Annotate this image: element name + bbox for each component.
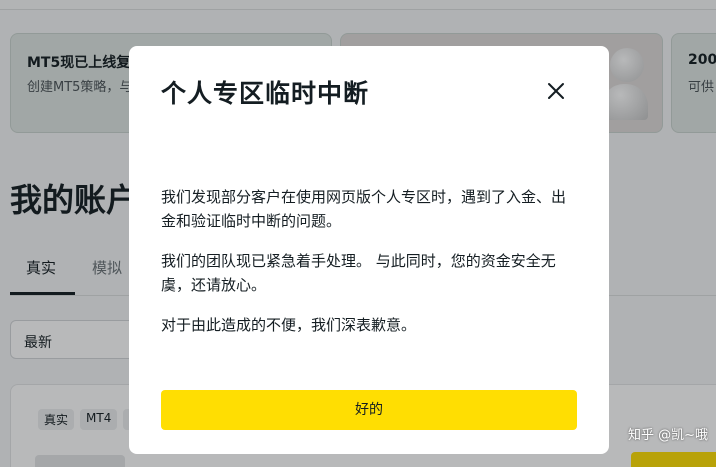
- dialog-paragraph: 我们的团队现已紧急着手处理。 与此同时，您的资金安全无虞，还请放心。: [161, 252, 556, 294]
- ok-button[interactable]: 好的: [161, 390, 577, 430]
- watermark-text: 知乎 @凯~哦: [628, 428, 709, 443]
- close-icon: [548, 83, 564, 99]
- dialog-paragraph: 对于由此造成的不便，我们深表歉意。: [161, 316, 417, 334]
- close-button[interactable]: [541, 76, 571, 106]
- dialog-paragraph: 我们发现部分客户在使用网页版个人专区时，遇到了入金、出金和验证临时中断的问题。: [161, 188, 567, 230]
- dialog-body: 我们发现部分客户在使用网页版个人专区时，遇到了入金、出金和验证临时中断的问题。 …: [161, 185, 579, 353]
- interruption-dialog: 个人专区临时中断 我们发现部分客户在使用网页版个人专区时，遇到了入金、出金和验证…: [129, 46, 609, 454]
- dialog-title: 个人专区临时中断: [161, 79, 370, 108]
